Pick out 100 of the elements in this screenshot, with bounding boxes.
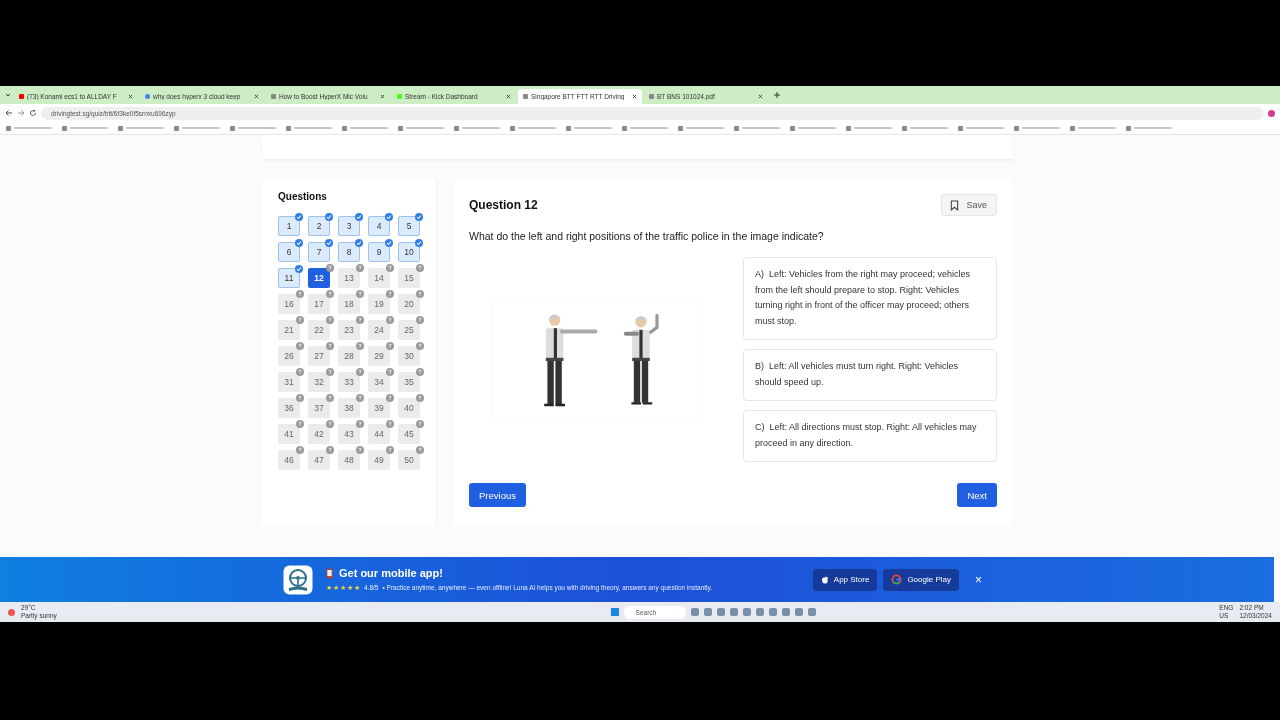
question-badge-icon <box>326 264 334 272</box>
bookmark-icon[interactable] <box>790 125 795 131</box>
question-badge-icon <box>356 446 364 454</box>
question-number-button[interactable]: 6 <box>278 242 300 262</box>
question-badge-icon <box>356 316 364 324</box>
answer-option[interactable]: A) Left: Vehicles from the right may proceed; vehicles from the left should prepare to stop. Right: Vehicles turning right in front of the officer may proceed; others must stop. <box>743 257 997 340</box>
bookmark-icon[interactable] <box>398 125 403 131</box>
save-button[interactable]: Save <box>941 194 997 216</box>
question-badge-icon <box>356 264 364 272</box>
question-badge-icon <box>326 342 334 350</box>
apple-icon <box>820 574 829 585</box>
bookmark-icon[interactable] <box>510 125 515 131</box>
question-badge-icon <box>356 342 364 350</box>
question-badge-icon <box>386 368 394 376</box>
check-badge-icon <box>385 239 393 247</box>
question-title: Question 12 <box>469 198 538 212</box>
banner-title: Get our mobile app! <box>339 567 443 579</box>
steering-wheel-logo-icon <box>283 564 313 595</box>
bookmark-icon[interactable] <box>6 125 11 131</box>
check-badge-icon <box>355 213 363 221</box>
question-text: What do the left and right positions of the traffic police in the image indicate? <box>469 230 825 242</box>
question-badge-icon <box>416 368 424 376</box>
question-number-button[interactable]: 9 <box>368 242 390 262</box>
question-badge-icon <box>386 342 394 350</box>
question-badge-icon <box>386 446 394 454</box>
question-badge-icon <box>356 420 364 428</box>
question-badge-icon <box>416 342 424 350</box>
answer-option[interactable]: B) Left: All vehicles must turn right. Right: Vehicles should speed up. <box>743 349 997 401</box>
bookmark-icon[interactable] <box>118 125 123 131</box>
check-badge-icon <box>355 239 363 247</box>
close-icon[interactable] <box>632 94 637 99</box>
check-badge-icon <box>415 239 423 247</box>
question-number-button[interactable]: 7 <box>308 242 330 262</box>
favicon-icon <box>271 94 276 99</box>
question-badge-icon <box>386 264 394 272</box>
check-badge-icon <box>295 239 303 247</box>
answer-option[interactable]: C) Left: All directions must stop. Right: All vehicles may proceed in any direction. <box>743 410 997 462</box>
question-number-button[interactable]: 4 <box>368 216 390 236</box>
bookmark-icon[interactable] <box>230 125 235 131</box>
question-badge-icon <box>296 316 304 324</box>
question-badge-icon <box>416 316 424 324</box>
phone-icon <box>326 567 333 579</box>
question-number-button[interactable]: 3 <box>338 216 360 236</box>
close-button[interactable]: × <box>975 572 982 587</box>
bookmark-icon[interactable] <box>1126 125 1131 131</box>
plus-icon[interactable] <box>773 91 781 99</box>
back-icon[interactable] <box>5 109 13 117</box>
bookmark-icon[interactable] <box>734 125 739 131</box>
question-badge-icon <box>326 420 334 428</box>
bookmark-icon[interactable] <box>62 125 67 131</box>
question-badge-icon <box>416 446 424 454</box>
question-number-button[interactable]: 5 <box>398 216 420 236</box>
bookmark-icon[interactable] <box>958 125 963 131</box>
bookmark-icon[interactable] <box>1014 125 1019 131</box>
check-badge-icon <box>295 213 303 221</box>
close-icon[interactable] <box>506 94 511 99</box>
check-badge-icon <box>295 265 303 273</box>
favicon-icon <box>397 94 402 99</box>
close-icon[interactable] <box>128 94 133 99</box>
bookmark-icon[interactable] <box>342 125 347 131</box>
forward-icon[interactable] <box>17 109 25 117</box>
google-play-button[interactable]: Google Play <box>883 568 959 591</box>
previous-button[interactable]: Previous <box>469 483 526 507</box>
bookmark-icon[interactable] <box>566 125 571 131</box>
bookmark-icon[interactable] <box>846 125 851 131</box>
favicon-icon <box>649 94 654 99</box>
check-badge-icon <box>415 213 423 221</box>
favicon-icon <box>145 94 150 99</box>
question-number-button[interactable]: 1 <box>278 216 300 236</box>
close-icon[interactable] <box>380 94 385 99</box>
question-badge-icon <box>296 342 304 350</box>
reload-icon[interactable] <box>29 109 37 117</box>
bookmark-icon[interactable] <box>174 125 179 131</box>
bookmark-icon[interactable] <box>902 125 907 131</box>
bookmark-icon[interactable] <box>678 125 683 131</box>
chevron-down-icon[interactable] <box>4 91 12 99</box>
check-badge-icon <box>325 213 333 221</box>
bookmark-icon[interactable] <box>1070 125 1075 131</box>
question-badge-icon <box>326 316 334 324</box>
close-icon[interactable] <box>758 94 763 99</box>
question-number-button[interactable]: 8 <box>338 242 360 262</box>
check-badge-icon <box>385 213 393 221</box>
question-number-button[interactable]: 11 <box>278 268 300 288</box>
question-badge-icon <box>296 420 304 428</box>
avatar-icon[interactable] <box>1268 109 1275 117</box>
close-icon[interactable] <box>254 94 259 99</box>
next-button[interactable]: Next <box>957 483 997 507</box>
question-number-button[interactable]: 2 <box>308 216 330 236</box>
question-badge-icon <box>326 446 334 454</box>
question-badge-icon <box>386 290 394 298</box>
windows-logo-icon[interactable] <box>610 608 619 616</box>
app-store-button[interactable]: App Store <box>812 568 878 591</box>
bookmark-icon[interactable] <box>622 125 627 131</box>
question-number-button[interactable]: 10 <box>398 242 420 262</box>
question-badge-icon <box>386 394 394 402</box>
question-badge-icon <box>416 264 424 272</box>
bookmark-icon[interactable] <box>454 125 459 131</box>
bookmark-icon[interactable] <box>286 125 291 131</box>
question-badge-icon <box>386 420 394 428</box>
question-badge-icon <box>326 290 334 298</box>
